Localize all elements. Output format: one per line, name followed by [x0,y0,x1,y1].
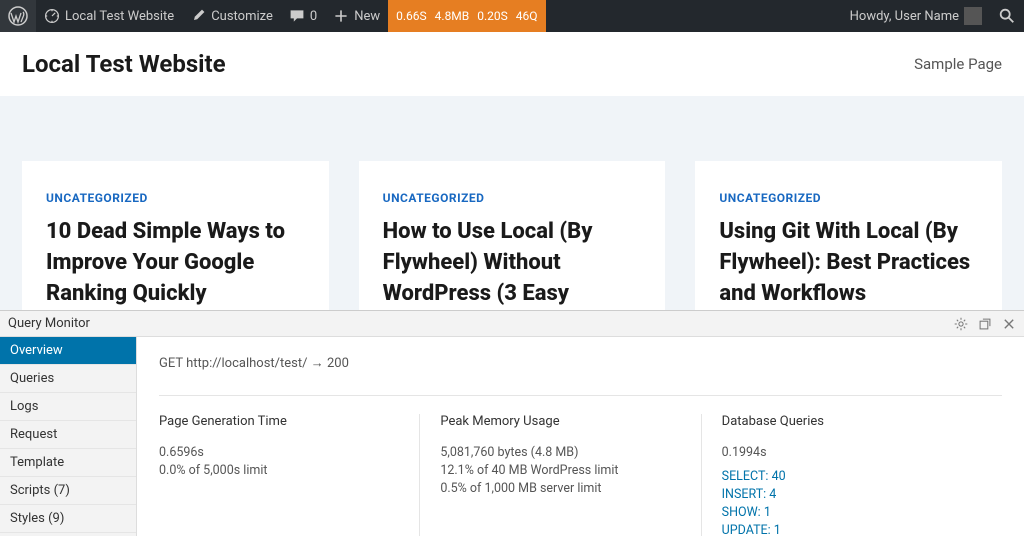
admin-bar-right: Howdy, User Name [842,0,1024,32]
site-title[interactable]: Local Test Website [22,50,226,78]
post-category[interactable]: UNCATEGORIZED [719,191,978,205]
qm-stat-db: Database Queries 0.1994s SELECT: 40 INSE… [722,414,982,536]
brush-icon [190,8,206,24]
db-insert[interactable]: INSERT: 4 [722,487,962,502]
qm-header-controls [954,317,1016,331]
avatar [964,7,982,25]
site-header: Local Test Website Sample Page [0,32,1024,96]
search-icon[interactable] [998,7,1016,25]
qm-stat-pgt: Page Generation Time 0.6596s 0.0% of 5,0… [159,414,420,536]
stat-title: Page Generation Time [159,414,399,429]
customize-item[interactable]: Customize [182,0,281,32]
qm-queries: 46Q [516,9,538,23]
sidebar-item-styles[interactable]: Styles (9) [0,505,136,533]
howdy-text: Howdy, User Name [850,9,959,24]
post-title[interactable]: 10 Dead Simple Ways to Improve Your Goog… [46,217,305,309]
site-name-item[interactable]: Local Test Website [36,0,182,32]
qm-request-line: GET http://localhost/test/ → 200 [159,355,1002,371]
query-monitor-panel: Query Monitor Overview Queries Logs Requ… [0,310,1024,536]
qm-body: Overview Queries Logs Request Template S… [0,337,1024,536]
qm-divider [159,395,1002,396]
stat-title: Peak Memory Usage [440,414,680,429]
sidebar-item-scripts[interactable]: Scripts (7) [0,477,136,505]
post-title[interactable]: How to Use Local (By Flywheel) Without W… [383,217,642,309]
post-card[interactable]: UNCATEGORIZED 10 Dead Simple Ways to Imp… [22,161,329,329]
stat-value: 0.6596s [159,445,399,460]
customize-label: Customize [211,9,273,24]
stat-title: Database Queries [722,414,962,429]
sidebar-item-template[interactable]: Template [0,449,136,477]
qm-mem: 4.8MB [435,9,470,23]
admin-bar: Local Test Website Customize 0 New 0.66S… [0,0,1024,32]
post-card[interactable]: UNCATEGORIZED How to Use Local (By Flywh… [359,161,666,329]
sidebar-item-logs[interactable]: Logs [0,393,136,421]
qm-dbtime: 0.20S [477,9,508,23]
stat-value: 0.1994s [722,445,962,460]
wp-logo-item[interactable] [0,0,36,32]
qm-header-title: Query Monitor [8,316,954,331]
comments-count: 0 [310,9,317,24]
new-label: New [354,9,380,24]
stat-wp-limit: 12.1% of 40 MB WordPress limit [440,463,680,478]
qm-header: Query Monitor [0,311,1024,337]
stat-server-limit: 0.5% of 1,000 MB server limit [440,481,680,496]
new-item[interactable]: New [325,0,388,32]
comment-icon [289,8,305,24]
stat-limit: 0.0% of 5,000s limit [159,463,399,478]
wordpress-icon [8,6,28,26]
db-update[interactable]: UPDATE: 1 [722,523,962,536]
post-category[interactable]: UNCATEGORIZED [383,191,642,205]
comments-item[interactable]: 0 [281,0,325,32]
qm-stats: Page Generation Time 0.6596s 0.0% of 5,0… [159,414,1002,536]
qm-main: GET http://localhost/test/ → 200 Page Ge… [137,337,1024,536]
popout-icon[interactable] [978,317,992,331]
sidebar-item-overview[interactable]: Overview [0,337,136,365]
admin-bar-left: Local Test Website Customize 0 New 0.66S… [0,0,842,32]
close-icon[interactable] [1002,317,1016,331]
qm-stat-mem: Peak Memory Usage 5,081,760 bytes (4.8 M… [440,414,701,536]
db-select[interactable]: SELECT: 40 [722,469,962,484]
stat-value: 5,081,760 bytes (4.8 MB) [440,445,680,460]
plus-icon [333,8,349,24]
site-nav-link[interactable]: Sample Page [914,55,1002,73]
qm-stats-bar[interactable]: 0.66S 4.8MB 0.20S 46Q [388,0,545,32]
sidebar-item-request[interactable]: Request [0,421,136,449]
dashboard-icon [44,8,60,24]
post-category[interactable]: UNCATEGORIZED [46,191,305,205]
admin-site-name: Local Test Website [65,9,174,24]
post-title[interactable]: Using Git With Local (By Flywheel): Best… [719,217,978,309]
db-show[interactable]: SHOW: 1 [722,505,962,520]
qm-time: 0.66S [396,9,427,23]
gear-icon[interactable] [954,317,968,331]
post-card[interactable]: UNCATEGORIZED Using Git With Local (By F… [695,161,1002,329]
qm-sidebar[interactable]: Overview Queries Logs Request Template S… [0,337,137,536]
howdy-item[interactable]: Howdy, User Name [842,0,990,32]
sidebar-item-queries[interactable]: Queries [0,365,136,393]
